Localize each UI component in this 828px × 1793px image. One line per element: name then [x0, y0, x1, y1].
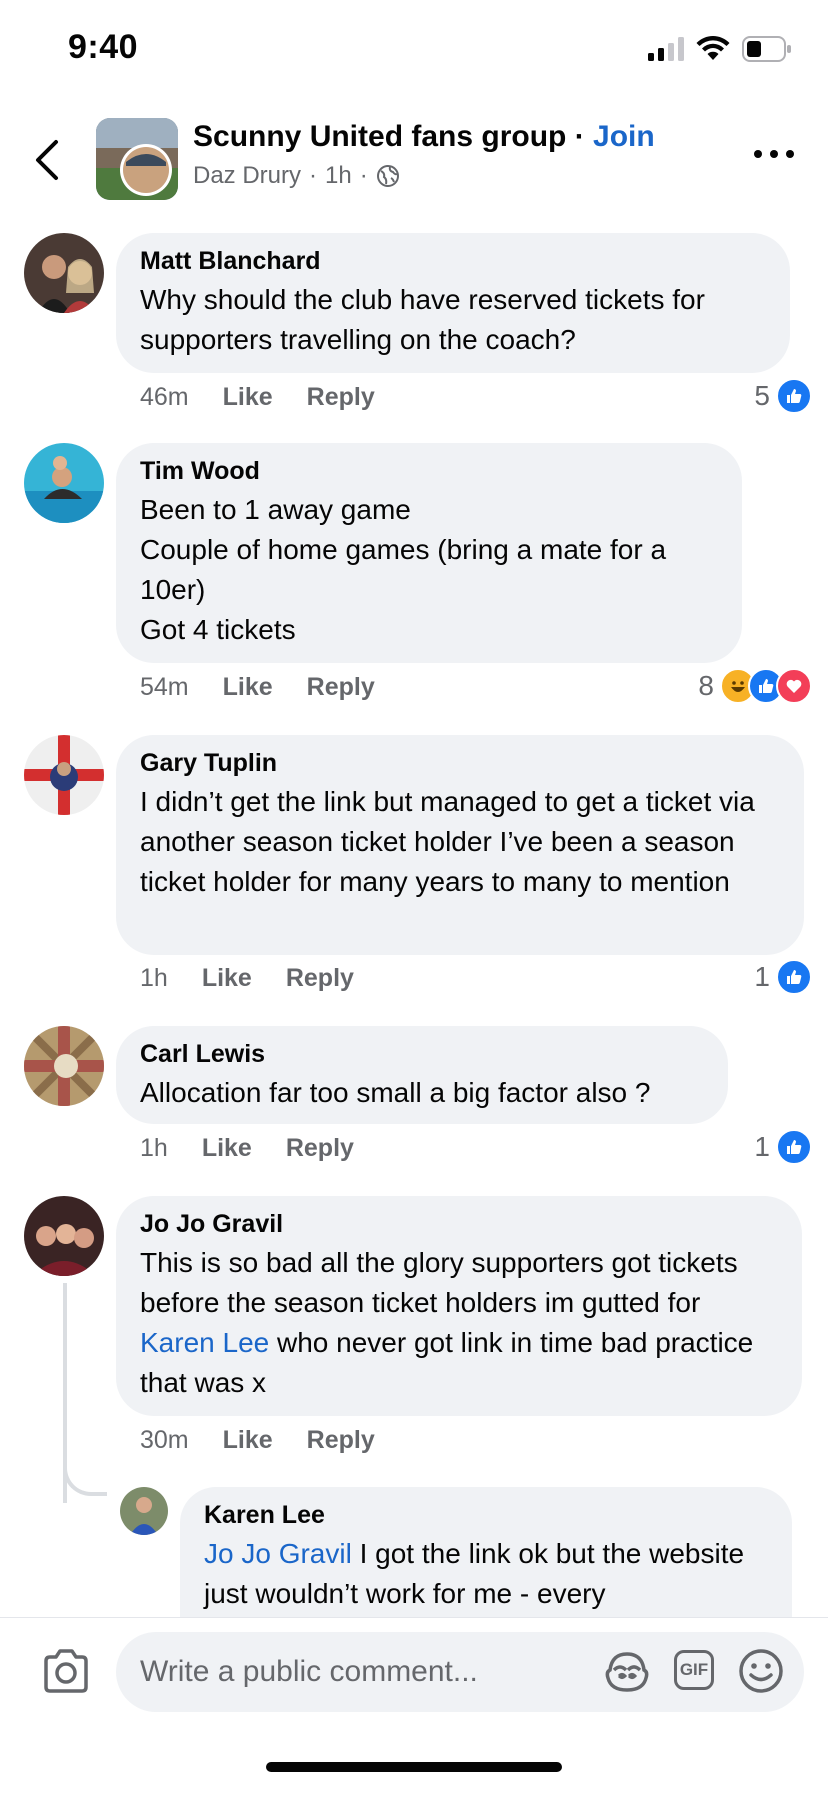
comment-time[interactable]: 1h [140, 1134, 168, 1163]
signal-icon [648, 37, 684, 61]
reaction-count: 5 [754, 380, 770, 411]
group-thumbnail[interactable] [96, 118, 178, 200]
avatar[interactable] [24, 1196, 104, 1276]
comment-bubble[interactable]: Gary Tuplin I didn’t get the link but ma… [116, 735, 804, 955]
comment-bubble[interactable]: Carl Lewis Allocation far too small a bi… [116, 1026, 728, 1124]
comment-input-placeholder: Write a public comment... [140, 1655, 478, 1688]
reaction-count: 1 [754, 1131, 770, 1162]
home-indicator[interactable] [266, 1762, 562, 1772]
comment-actions: 54m Like Reply [140, 673, 375, 702]
like-link[interactable]: Like [223, 1426, 273, 1455]
emoji-icon[interactable] [736, 1646, 786, 1696]
comment-author[interactable]: Carl Lewis [140, 1040, 704, 1069]
reaction-summary[interactable]: 1 [754, 1129, 812, 1165]
like-link[interactable]: Like [202, 964, 252, 993]
avatar[interactable] [24, 735, 104, 815]
avatar-sticker-icon[interactable] [602, 1646, 652, 1696]
group-title[interactable]: Scunny United fans group · Join [193, 120, 655, 154]
comment-time[interactable]: 1h [140, 964, 168, 993]
comment-author[interactable]: Karen Lee [204, 1501, 768, 1530]
like-link[interactable]: Like [202, 1134, 252, 1163]
meta-dot: · [309, 162, 318, 189]
mention-link[interactable]: Karen Lee [140, 1327, 269, 1358]
comment-time[interactable]: 54m [140, 673, 189, 702]
comment-text: Why should the club have reserved ticket… [140, 284, 705, 355]
comment-time[interactable]: 30m [140, 1426, 189, 1455]
status-icons [648, 34, 792, 64]
comment-author[interactable]: Jo Jo Gravil [140, 1210, 778, 1239]
reply-link[interactable]: Reply [307, 1426, 375, 1455]
comment-author[interactable]: Matt Blanchard [140, 247, 766, 276]
back-arrow-icon[interactable] [30, 136, 64, 184]
avatar[interactable] [24, 1026, 104, 1106]
post-age[interactable]: 1h [325, 162, 352, 190]
status-time: 9:40 [68, 28, 139, 66]
like-link[interactable]: Like [223, 673, 273, 702]
gif-label: GIF [679, 1660, 709, 1679]
comment-text: Allocation far too small a big factor al… [140, 1077, 651, 1108]
reply-link[interactable]: Reply [286, 1134, 354, 1163]
reaction-count: 1 [754, 961, 770, 992]
reaction-count: 8 [698, 670, 714, 701]
reaction-summary[interactable]: 8 [698, 668, 812, 704]
avatar[interactable] [24, 233, 104, 313]
mention-link[interactable]: Jo Jo Gravil [204, 1538, 352, 1569]
comment-line: Been to 1 away game [140, 494, 411, 525]
comment-input[interactable]: Write a public comment... GIF [116, 1632, 804, 1712]
more-options-icon[interactable] [754, 150, 794, 158]
like-link[interactable]: Like [223, 383, 273, 412]
reply-link[interactable]: Reply [286, 964, 354, 993]
comment-actions: 30m Like Reply [140, 1426, 375, 1455]
comment-bubble[interactable]: Tim Wood Been to 1 away game Couple of h… [116, 443, 742, 663]
comment-text-start: This is so bad all the glory supporters … [140, 1247, 738, 1318]
group-name[interactable]: Scunny United fans group [193, 120, 566, 153]
post-author[interactable]: Daz Drury [193, 162, 301, 190]
like-reaction-icon [776, 959, 812, 995]
like-reaction-icon [776, 378, 812, 414]
comment-line: Couple of home games (bring a mate for a… [140, 534, 667, 605]
comment-line: Got 4 tickets [140, 614, 296, 645]
comment-text: I didn’t get the link but managed to get… [140, 786, 755, 897]
globe-icon [376, 165, 399, 187]
camera-icon[interactable] [40, 1647, 92, 1695]
comment-bubble[interactable]: Jo Jo Gravil This is so bad all the glor… [116, 1196, 802, 1416]
meta-dot-2: · [359, 162, 368, 189]
thread-connector-curve [63, 1440, 107, 1496]
comment-actions: 1h Like Reply [140, 1134, 354, 1163]
comment-actions: 46m Like Reply [140, 383, 375, 412]
comment-text: Jo Jo Gravil I got the link ok but the w… [204, 1534, 768, 1614]
reaction-summary[interactable]: 5 [754, 378, 812, 414]
reaction-summary[interactable]: 1 [754, 959, 812, 995]
battery-icon [742, 36, 791, 62]
love-reaction-icon [776, 668, 812, 704]
reply-link[interactable]: Reply [307, 673, 375, 702]
wifi-icon [696, 36, 730, 60]
comment-text: This is so bad all the glory supporters … [140, 1243, 778, 1403]
like-reaction-icon [776, 1129, 812, 1165]
avatar[interactable] [120, 1487, 168, 1535]
comment-author[interactable]: Gary Tuplin [140, 749, 780, 778]
comment-author[interactable]: Tim Wood [140, 457, 718, 486]
comment-actions: 1h Like Reply [140, 964, 354, 993]
title-separator: · [566, 120, 594, 153]
comment-bubble[interactable]: Matt Blanchard Why should the club have … [116, 233, 790, 373]
avatar[interactable] [24, 443, 104, 523]
reply-link[interactable]: Reply [307, 383, 375, 412]
join-button[interactable]: Join [593, 120, 655, 153]
post-meta: Daz Drury · 1h · [193, 162, 400, 190]
comment-time[interactable]: 46m [140, 383, 189, 412]
gif-button[interactable]: GIF [674, 1650, 714, 1690]
